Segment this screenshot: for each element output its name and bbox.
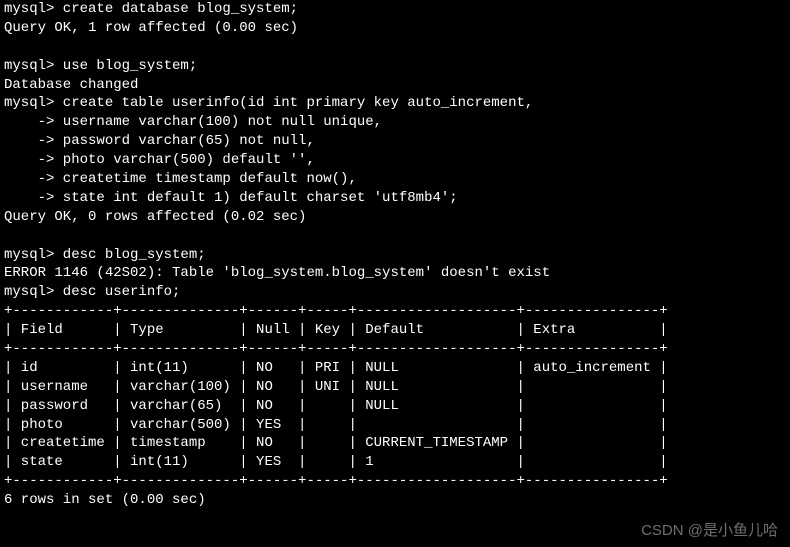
watermark-text: CSDN @是小鱼儿哈 xyxy=(641,521,778,541)
terminal-output[interactable]: mysql> create database blog_system; Quer… xyxy=(0,0,790,510)
